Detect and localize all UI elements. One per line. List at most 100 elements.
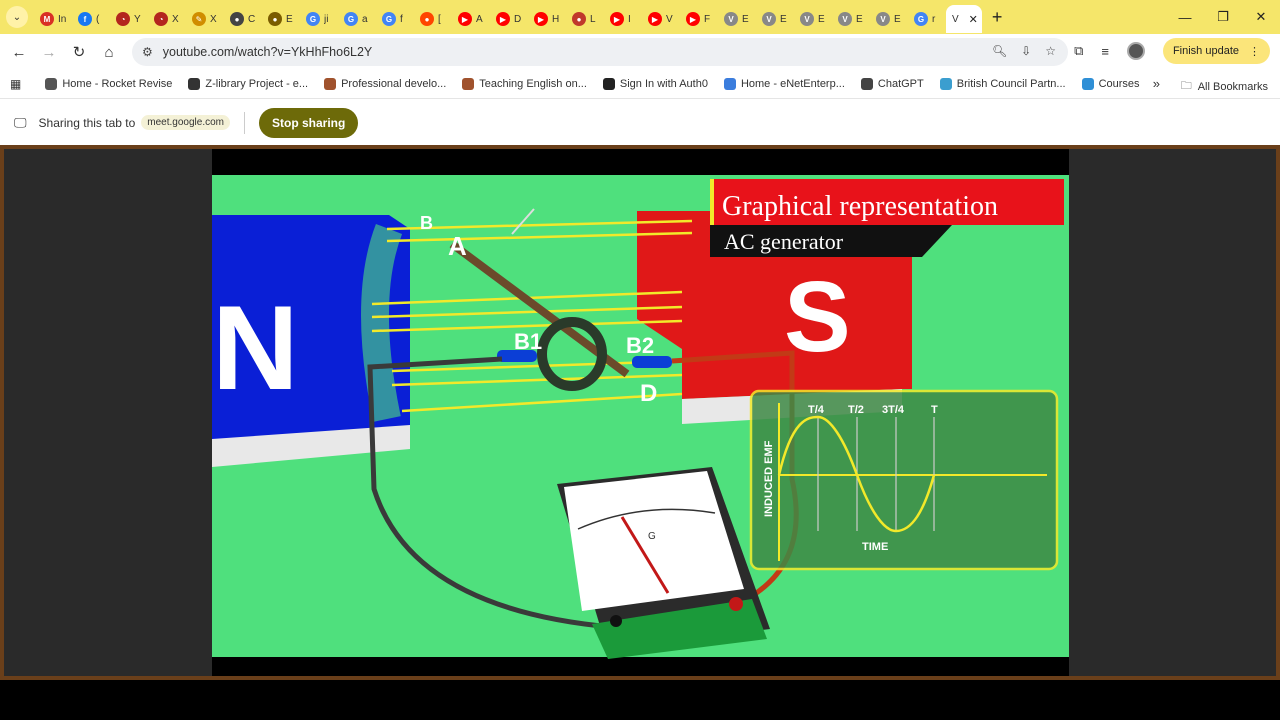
media-control-icon[interactable]: ≡: [1101, 44, 1109, 59]
stop-sharing-button[interactable]: Stop sharing: [259, 107, 359, 138]
graph-tick-t2: T/2: [848, 404, 864, 416]
tab-title: A: [476, 13, 483, 25]
tab-favicon-icon: V: [724, 12, 738, 26]
bookmark-item[interactable]: Home - eNetEnterp...: [723, 78, 845, 90]
restore-icon[interactable]: ❐: [1204, 9, 1242, 25]
tab[interactable]: ▶ F: [680, 5, 718, 33]
reload-icon[interactable]: ↻: [64, 43, 94, 61]
tab-favicon-icon: ✎: [192, 12, 206, 26]
tab[interactable]: ▶ A: [452, 5, 490, 33]
bookmark-star-icon[interactable]: ☆: [1045, 44, 1056, 58]
bookmark-label: Home - eNetEnterp...: [740, 78, 845, 90]
tab[interactable]: VE: [756, 5, 794, 33]
bookmark-item[interactable]: Courses: [1081, 78, 1140, 90]
bookmark-item[interactable]: Home - Rocket Revise: [45, 78, 172, 90]
tab-title: E: [286, 13, 293, 25]
bookmarks-bar: ▦ Home - Rocket Revise Z-library Project …: [0, 70, 1280, 98]
more-bookmarks-chevron-icon[interactable]: »: [1153, 76, 1160, 91]
tab[interactable]: Ga: [338, 5, 376, 33]
tab[interactable]: ▶ D: [490, 5, 528, 33]
tab-favicon-icon: ▶: [648, 12, 662, 26]
video-frame: N S B A B1 B2 D G Graphical representati…: [212, 149, 1069, 676]
label-d: D: [640, 380, 657, 407]
tab[interactable]: VE: [794, 5, 832, 33]
bookmark-item[interactable]: ChatGPT: [860, 78, 924, 90]
tab[interactable]: ●[: [414, 5, 452, 33]
tab[interactable]: f(: [72, 5, 110, 33]
bookmark-item[interactable]: Z-library Project - e...: [188, 78, 308, 90]
tab[interactable]: M In: [34, 5, 72, 33]
tab-favicon-icon: G: [914, 12, 928, 26]
url-text[interactable]: youtube.com/watch?v=YkHhFho6L2Y: [163, 45, 373, 59]
install-app-icon[interactable]: ⇩: [1021, 44, 1031, 58]
tab-sharing-bar: 🖵 Sharing this tab to meet.google.com St…: [0, 98, 1280, 146]
bookmark-item[interactable]: British Council Partn...: [939, 78, 1066, 90]
tab[interactable]: Gr: [908, 5, 946, 33]
new-tab-plus-icon[interactable]: +: [992, 7, 1003, 28]
tab[interactable]: ▶ V: [642, 5, 680, 33]
tab-title: Y: [134, 13, 141, 25]
tab[interactable]: ◔ X: [148, 5, 186, 33]
tab-title: r: [932, 13, 936, 25]
tab[interactable]: ● C: [224, 5, 262, 33]
tab-favicon-icon: ●: [420, 12, 434, 26]
bookmark-favicon-icon: [602, 78, 615, 90]
tab-favicon-icon: ●: [572, 12, 586, 26]
close-icon[interactable]: ✕: [969, 13, 978, 26]
tab[interactable]: ● E: [262, 5, 300, 33]
home-icon[interactable]: ⌂: [94, 44, 124, 61]
tab[interactable]: VE: [870, 5, 908, 33]
tab[interactable]: ● L: [566, 5, 604, 33]
graph-x-label: TIME: [862, 541, 888, 553]
tab[interactable]: ✎ X: [186, 5, 224, 33]
zoom-icon[interactable]: 🔍︎: [992, 44, 1007, 58]
tab[interactable]: VE: [718, 5, 756, 33]
tab[interactable]: Gji: [300, 5, 338, 33]
tab[interactable]: ▶ I: [604, 5, 642, 33]
forward-arrow-icon[interactable]: →: [34, 44, 64, 61]
tab-title: ji: [324, 13, 329, 25]
sharing-target-chip[interactable]: meet.google.com: [141, 115, 230, 130]
tab-title: E: [818, 13, 825, 25]
tab-title: X: [172, 13, 179, 25]
bookmark-list: Home - Rocket Revise Z-library Project - …: [45, 78, 1155, 90]
tab-title: F: [704, 13, 711, 25]
tab-favicon-icon: V: [838, 12, 852, 26]
address-bar[interactable]: ⚙ youtube.com/watch?v=YkHhFho6L2Y 🔍︎ ⇩ ☆: [132, 38, 1068, 66]
tab[interactable]: VE: [832, 5, 870, 33]
back-arrow-icon[interactable]: ←: [4, 44, 34, 61]
tab-title: (: [96, 13, 100, 25]
bookmark-item[interactable]: Sign In with Auth0: [602, 78, 708, 90]
extensions-puzzle-icon[interactable]: ⧉: [1074, 43, 1083, 59]
tab-favicon-icon: V: [762, 12, 776, 26]
tab-title: C: [248, 13, 256, 25]
tab-favicon-icon: ▶: [610, 12, 624, 26]
video-player[interactable]: N S B A B1 B2 D G Graphical representati…: [212, 149, 1069, 676]
label-b1: B1: [514, 329, 542, 354]
tab[interactable]: ▶ H: [528, 5, 566, 33]
bookmark-favicon-icon: [188, 78, 201, 90]
tab[interactable]: Gf: [376, 5, 414, 33]
site-info-icon[interactable]: ⚙: [142, 45, 153, 59]
apps-grid-icon[interactable]: ▦: [10, 77, 21, 91]
profile-avatar[interactable]: [1126, 42, 1145, 60]
tab-favicon-icon: G: [382, 12, 396, 26]
tab[interactable]: ◔ Y: [110, 5, 148, 33]
bookmark-label: Home - Rocket Revise: [62, 78, 173, 90]
bookmark-item[interactable]: Teaching English on...: [462, 78, 587, 90]
tab-search-chevron-icon[interactable]: ⌄: [6, 6, 28, 28]
galvanometer-g-label: G: [648, 531, 656, 542]
menu-dots-icon: ⋮: [1249, 45, 1260, 58]
bookmark-item[interactable]: Professional develo...: [324, 78, 446, 90]
video-subtitle: AC generator: [724, 229, 844, 254]
tab-active[interactable]: V ✕: [946, 5, 982, 33]
tab-favicon-icon: ▶: [496, 12, 510, 26]
tab-favicon-icon: G: [306, 12, 320, 26]
tab-favicon-icon: ▶: [534, 12, 548, 26]
finish-update-button[interactable]: Finish update ⋮: [1162, 38, 1270, 64]
window-close-icon[interactable]: ✕: [1242, 9, 1280, 25]
bookmark-label: Teaching English on...: [479, 78, 587, 90]
all-bookmarks-button[interactable]: 🗀 All Bookmarks: [1181, 77, 1268, 96]
minimize-icon[interactable]: —: [1166, 10, 1204, 25]
tab-title: H: [552, 13, 560, 25]
